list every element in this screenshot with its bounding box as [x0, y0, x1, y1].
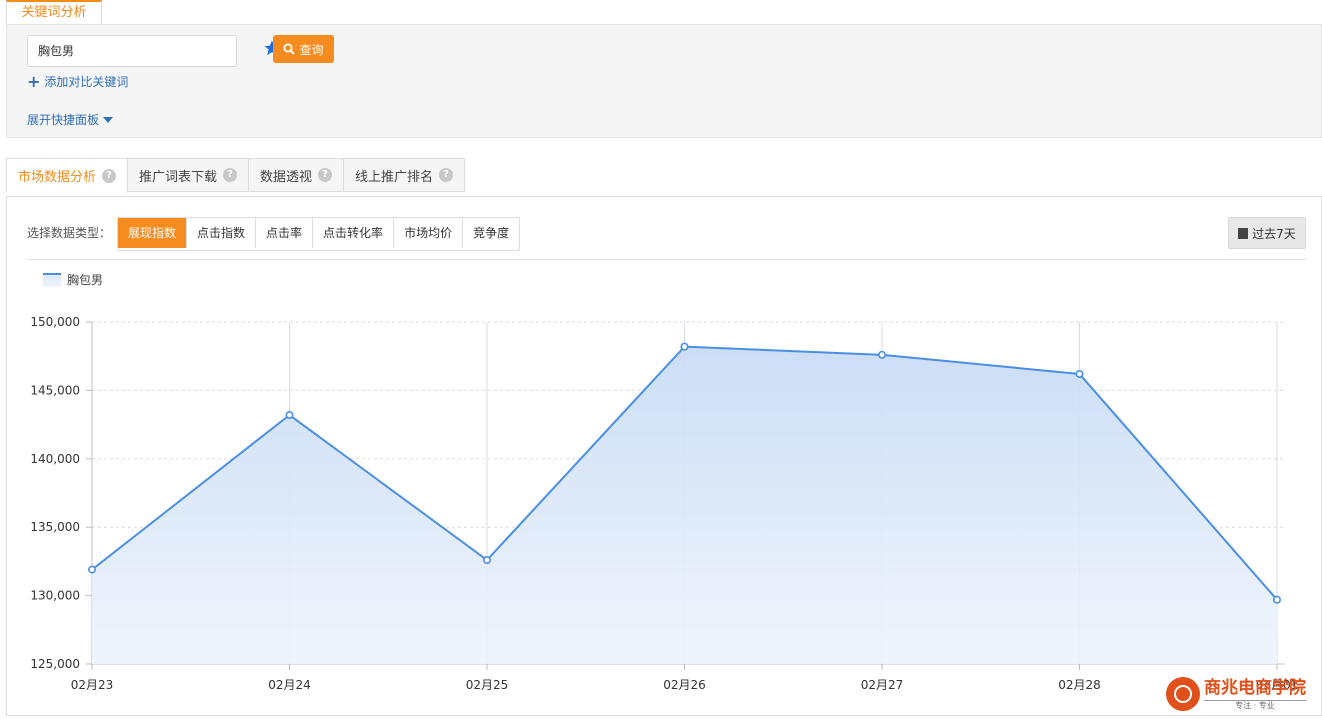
tab-keyword-analysis[interactable]: 关键词分析	[6, 0, 102, 24]
tab-label: 线上推广排名	[355, 169, 434, 185]
watermark-subtitle: 专注 · 专业	[1204, 699, 1306, 711]
x-tick-label: 02月28	[1058, 678, 1101, 692]
watermark-logo: 商兆电商学院 专注 · 专业	[1166, 674, 1316, 714]
data-point	[877, 350, 886, 359]
query-button[interactable]: 查询	[273, 35, 334, 63]
help-icon[interactable]: ?	[318, 168, 333, 182]
y-tick-label: 130,000	[30, 589, 80, 603]
x-tick-label: 02月26	[663, 678, 706, 692]
data-point	[1075, 369, 1084, 378]
x-tick-label: 02月23	[71, 678, 114, 692]
tab-data-pivot[interactable]: 数据透视 ?	[248, 158, 345, 192]
search-panel: 胸包男 查询 + 添加对比关键词 展开快捷面板	[6, 24, 1322, 138]
y-tick-label: 125,000	[30, 657, 80, 671]
data-point	[88, 565, 97, 574]
help-icon[interactable]: ?	[223, 168, 238, 182]
data-point	[680, 342, 689, 351]
tab-keyword-download[interactable]: 推广词表下载 ?	[127, 158, 250, 192]
add-compare-keyword-label: 添加对比关键词	[44, 75, 129, 89]
watermark-title: 商兆电商学院	[1204, 677, 1306, 698]
tab-label: 市场数据分析	[18, 170, 97, 185]
tab-online-ranking[interactable]: 线上推广排名 ?	[343, 158, 466, 192]
search-icon	[283, 43, 296, 55]
keyword-input[interactable]: 胸包男	[27, 35, 237, 67]
data-point	[482, 556, 491, 565]
caret-down-icon	[103, 116, 114, 123]
series-area	[92, 346, 1277, 664]
plus-icon: +	[27, 71, 41, 91]
y-tick-label: 150,000	[30, 315, 80, 329]
query-button-label: 查询	[299, 42, 324, 57]
analysis-tabs: 市场数据分析 ? 推广词表下载 ? 数据透视 ? 线上推广排名 ?	[6, 158, 466, 196]
expand-quick-panel-link[interactable]: 展开快捷面板	[27, 111, 114, 128]
tab-label: 推广词表下载	[139, 169, 218, 185]
x-tick-label: 02月24	[268, 678, 311, 692]
data-point	[285, 411, 294, 420]
dragon-logo-icon	[1166, 677, 1200, 711]
data-point	[1273, 595, 1282, 604]
x-tick-label: 02月27	[861, 678, 904, 692]
tab-market-data[interactable]: 市场数据分析 ?	[6, 158, 129, 193]
help-icon[interactable]: ?	[102, 168, 117, 183]
y-tick-label: 145,000	[30, 383, 80, 397]
expand-quick-panel-label: 展开快捷面板	[27, 113, 100, 127]
tab-label: 数据透视	[260, 169, 313, 185]
y-tick-label: 135,000	[30, 520, 80, 534]
x-tick-label: 02月25	[466, 678, 509, 692]
impression-index-chart: 150,000 145,000 140,000 135,000 130,000 125,0…	[30, 315, 1298, 692]
y-tick-label: 140,000	[30, 452, 80, 466]
add-compare-keyword-link[interactable]: + 添加对比关键词	[27, 73, 128, 90]
help-icon[interactable]: ?	[439, 168, 454, 182]
